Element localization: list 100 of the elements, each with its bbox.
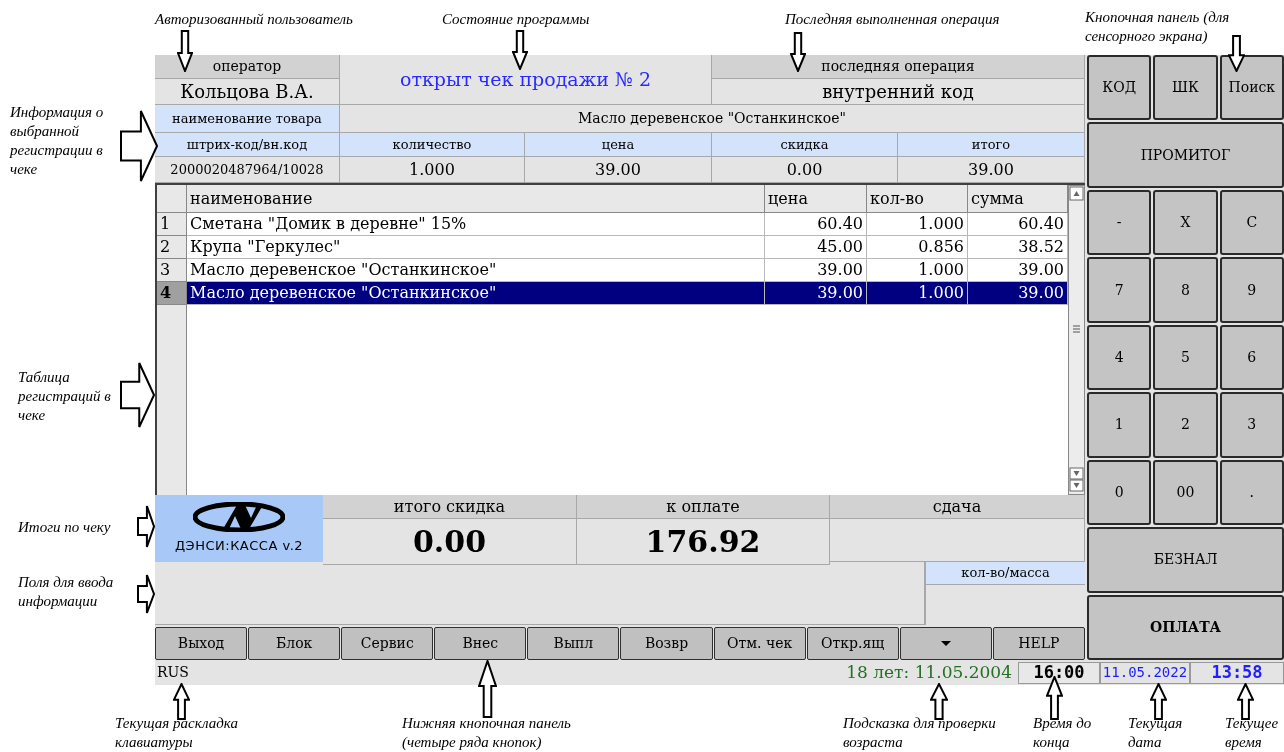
total-label: к оплате [577, 495, 830, 519]
up-arrow-icon [1150, 683, 1167, 720]
keypad-key[interactable]: 6 [1219, 324, 1284, 391]
annotation: Кнопочная панель (для сенсорного экрана) [1085, 8, 1231, 46]
last-operation-label: последняя операция [712, 55, 1085, 79]
logo-text: ДЭНСИ:КАССА v.2 [174, 536, 304, 555]
annotation: Информация о выбранной регистрации в чеке [10, 103, 105, 179]
keypad-key[interactable]: . [1219, 459, 1284, 526]
table-row[interactable]: 4 Масло деревенское "Останкинское" 39.00 1.000 39.00 [157, 282, 1068, 305]
annotation: Итоги по чеку [18, 518, 112, 537]
keypad-key[interactable]: 8 [1153, 257, 1218, 323]
function-button[interactable]: Возвр [620, 627, 713, 660]
total-value: 0.00 [323, 519, 577, 565]
keypad-key[interactable]: 5 [1153, 324, 1218, 391]
field-value: 2000020487964/10028 [155, 157, 340, 183]
dropdown-button[interactable] [899, 627, 992, 660]
up-arrow-icon [1237, 683, 1254, 720]
field-value: 0.00 [712, 157, 898, 183]
keypad-key[interactable]: БЕЗНАЛ [1087, 527, 1284, 593]
right-arrow-icon [120, 110, 158, 182]
row-number: 4 [157, 282, 187, 305]
keypad-key[interactable]: ОПЛАТА [1087, 594, 1284, 660]
field-label: итого [898, 133, 1085, 157]
input-area[interactable] [155, 562, 925, 625]
function-button[interactable]: Выход [155, 627, 248, 660]
current-date: 11.05.2022 [1100, 661, 1190, 684]
keypad-key[interactable]: Поиск [1219, 55, 1284, 121]
keypad-key[interactable]: 2 [1153, 392, 1218, 458]
table-cell: 39.00 [765, 282, 867, 305]
field-label: скидка [712, 133, 898, 157]
keypad-key[interactable]: 9 [1219, 257, 1284, 323]
annotation: Последняя выполненная операция [785, 10, 1001, 29]
annotation: Нижняя кнопочная панель (четыре ряда кнопок) [402, 714, 572, 752]
keypad-key[interactable]: 00 [1153, 459, 1218, 526]
right-arrow-icon [120, 362, 155, 428]
total-value: 176.92 [577, 519, 830, 565]
keypad-key[interactable]: ШК [1153, 55, 1218, 121]
scrollbar[interactable] [1068, 185, 1085, 495]
table-row[interactable]: 2 Крупа "Геркулес" 45.00 0.856 38.52 [157, 236, 1068, 259]
function-button[interactable]: Отм. чек [713, 627, 806, 660]
right-arrow-icon [137, 574, 155, 614]
keypad-key[interactable]: 3 [1219, 392, 1284, 458]
field-label: штрих-код/вн.код [155, 133, 340, 157]
total-label: итого скидка [323, 495, 577, 519]
annotation: Текущая раскладка клавиатуры [115, 714, 239, 752]
keypad-key[interactable]: ПРОМИТОГ [1087, 122, 1284, 188]
annotation: Время до конца [1033, 714, 1093, 752]
function-button[interactable]: Внес [434, 627, 527, 660]
annotation: Состояние программы [442, 10, 591, 29]
keypad-key[interactable]: 0 [1087, 459, 1152, 526]
annotation: Таблица регистраций в чеке [18, 368, 112, 425]
down-arrow-icon [790, 32, 806, 72]
function-button[interactable]: Блок [248, 627, 341, 660]
function-button[interactable]: Сервис [341, 627, 434, 660]
product-name-label: наименование товара [155, 105, 340, 133]
keypad-key[interactable]: - [1087, 189, 1152, 256]
caret-icon [940, 641, 951, 646]
up-arrow-icon [478, 660, 497, 718]
row-number: 1 [157, 213, 187, 236]
keypad-key[interactable]: 4 [1087, 324, 1152, 391]
annotation: Текущее время [1225, 714, 1280, 752]
time-left: 16:00 [1018, 661, 1100, 684]
annotation: Текущая дата [1128, 714, 1184, 752]
operator-name: Кольцова В.А. [155, 79, 340, 105]
function-button[interactable]: HELP [992, 627, 1085, 660]
row-number: 2 [157, 236, 187, 259]
row-number: 3 [157, 259, 187, 282]
operator-label: оператор [155, 55, 340, 79]
field-label: цена [525, 133, 712, 157]
field-label: количество [340, 133, 525, 157]
annotation: Подсказка для проверки возраста [843, 714, 997, 752]
logo-icon [193, 501, 285, 532]
field-value: 39.00 [525, 157, 712, 183]
keypad-key[interactable]: 7 [1087, 257, 1152, 323]
annotation: Поля для ввода информации [18, 573, 115, 611]
up-arrow-icon [1046, 676, 1063, 720]
function-button[interactable]: Выпл [527, 627, 620, 660]
table-row[interactable]: 3 Масло деревенское "Останкинское" 39.00 1.000 39.00 [157, 259, 1068, 282]
current-time: 13:58 [1190, 661, 1284, 684]
table-cell: 1.000 [867, 282, 968, 305]
field-value: 1.000 [340, 157, 525, 183]
down-arrow-icon [512, 30, 528, 70]
table-cell: Масло деревенское "Останкинское" [187, 282, 765, 305]
down-arrow-icon [1228, 35, 1245, 72]
keyboard-layout: RUS [156, 663, 190, 682]
last-operation: внутренний код [712, 79, 1085, 105]
keypad-key[interactable]: C [1219, 189, 1284, 256]
down-arrow-icon [177, 30, 193, 72]
keypad-key[interactable]: КОД [1087, 55, 1152, 121]
annotation: Авторизованный пользователь [155, 10, 354, 29]
table-row[interactable]: 1 Сметана "Домик в деревне" 15% 60.40 1.000 60.40 [157, 213, 1068, 236]
keypad-key[interactable]: 1 [1087, 392, 1152, 458]
total-label: сдача [830, 495, 1085, 519]
quantity-field[interactable] [925, 584, 1085, 625]
field-value: 39.00 [898, 157, 1085, 183]
keypad-key[interactable]: X [1153, 189, 1218, 256]
age-hint: 18 лет: 11.05.2004 [846, 660, 1013, 684]
quantity-label: кол-во/масса [925, 562, 1085, 584]
function-button[interactable]: Откр.ящ [806, 627, 899, 660]
right-arrow-icon [137, 505, 155, 548]
